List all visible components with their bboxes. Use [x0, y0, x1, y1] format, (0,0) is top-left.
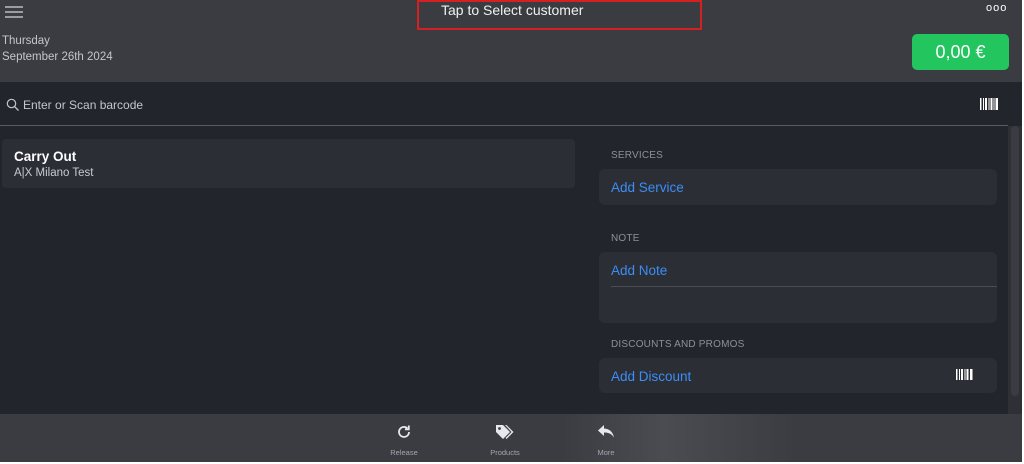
bottom-toolbar: Release Products More — [0, 414, 1022, 462]
tab-products[interactable]: Products — [475, 414, 535, 462]
add-note-field[interactable]: Add Note — [599, 252, 997, 323]
discounts-section-label: DISCOUNTS AND PROMOS — [611, 339, 745, 350]
reply-icon — [598, 425, 614, 438]
services-section-label: SERVICES — [611, 150, 663, 161]
date-weekday: Thursday — [2, 35, 50, 47]
select-customer-label: Tap to Select customer — [441, 2, 584, 18]
total-button[interactable]: 0,00 € — [912, 34, 1009, 70]
pos-app: Tap to Select customer ooo Thursday Sept… — [0, 0, 1022, 462]
scrollbar-thumb[interactable] — [1011, 126, 1019, 396]
header: Tap to Select customer ooo Thursday Sept… — [0, 0, 1022, 82]
add-discount-button[interactable]: Add Discount — [599, 358, 997, 393]
add-service-button[interactable]: Add Service — [599, 169, 997, 205]
refresh-icon — [398, 425, 410, 438]
note-section-label: NOTE — [611, 233, 640, 244]
scrollbar[interactable] — [1008, 126, 1022, 416]
add-service-label: Add Service — [611, 180, 684, 195]
more-options-icon[interactable]: ooo — [986, 2, 1007, 14]
barcode-search-input[interactable] — [23, 96, 923, 114]
note-divider — [611, 286, 997, 287]
order-type-card[interactable]: Carry Out A|X Milano Test — [2, 139, 575, 188]
order-type-label: Carry Out — [14, 149, 77, 164]
tab-more-label: More — [597, 448, 615, 457]
menu-icon[interactable] — [5, 4, 23, 18]
barcode-scan-icon[interactable] — [980, 98, 998, 110]
search-bar — [0, 84, 1008, 126]
add-discount-label: Add Discount — [611, 369, 692, 384]
tab-release[interactable]: Release — [374, 414, 434, 462]
tab-more[interactable]: More — [576, 414, 636, 462]
select-customer-button[interactable]: Tap to Select customer — [417, 0, 702, 30]
tab-products-label: Products — [490, 448, 520, 457]
tab-release-label: Release — [390, 448, 418, 457]
date-full: September 26th 2024 — [2, 51, 113, 63]
add-note-label: Add Note — [611, 263, 668, 278]
search-icon — [6, 98, 19, 111]
discount-barcode-icon[interactable] — [956, 369, 973, 380]
tags-icon — [496, 425, 514, 439]
store-name: A|X Milano Test — [14, 167, 94, 179]
